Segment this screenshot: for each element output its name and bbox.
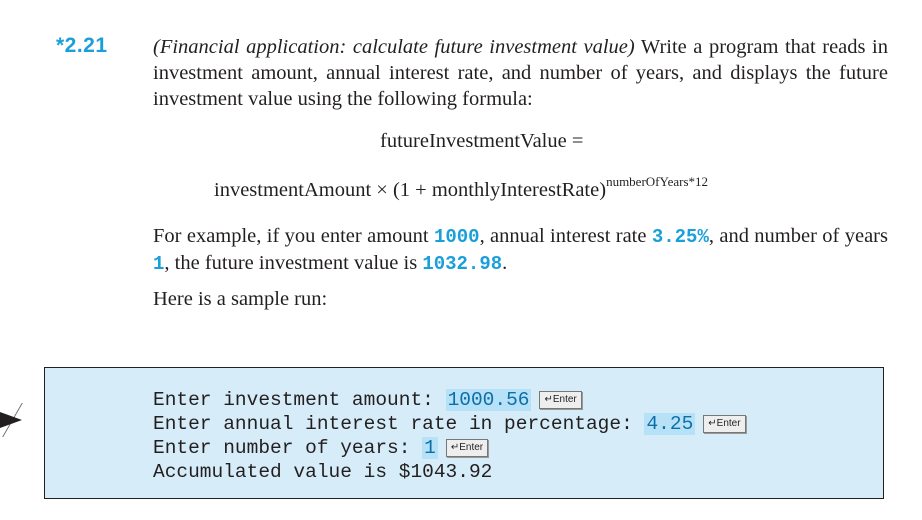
console-user-input: 4.25	[644, 413, 696, 435]
example-text: , the future investment value is	[164, 252, 423, 274]
formula-exponent: numberOfYears*12	[606, 174, 709, 189]
example-amount: 1000	[433, 226, 480, 248]
enter-key-icon: ↵Enter	[703, 415, 746, 433]
example-text: , and number of years	[708, 225, 888, 247]
console-user-input: 1000.56	[445, 389, 532, 411]
formula-rhs-line: investmentAmount × (1 + monthlyInterestR…	[214, 174, 708, 202]
console-line-1: Enter investment amount: 1000.56 ↵Enter	[153, 388, 746, 412]
sample-run-intro: Here is a sample run:	[153, 288, 328, 310]
example-paragraph: For example, if you enter amount 1000, a…	[153, 223, 888, 277]
exercise-number: *2.21	[56, 34, 108, 57]
example-text: , annual interest rate	[479, 225, 652, 247]
enter-key-icon: ↵Enter	[539, 391, 582, 409]
formula-lhs: futureInvestmentValue =	[380, 130, 584, 152]
enter-key-icon: ↵Enter	[445, 439, 489, 457]
example-rate: 3.25%	[651, 226, 709, 248]
console-prompt: Enter investment amount:	[153, 389, 446, 411]
formula-rhs: investmentAmount × (1 + monthlyInterestR…	[214, 179, 607, 201]
console-prompt: Enter number of years:	[153, 437, 423, 459]
sample-run-console: Enter investment amount: 1000.56 ↵Enter E…	[44, 367, 884, 499]
console-line-4: Accumulated value is $1043.92	[153, 460, 746, 484]
console-output-text: Accumulated value is $1043.92	[153, 461, 493, 483]
example-text: .	[502, 252, 508, 274]
console-prompt: Enter annual interest rate in percentage…	[153, 413, 645, 435]
exercise-description: (Financial application: calculate future…	[153, 34, 888, 112]
pointer-arrow-icon	[0, 412, 22, 428]
console-line-3: Enter number of years: 1 ↵Enter	[153, 436, 746, 460]
console-line-2: Enter annual interest rate in percentage…	[153, 412, 746, 436]
example-years: 1	[153, 253, 165, 275]
example-text: For example, if you enter amount	[153, 225, 434, 247]
exercise-title: (Financial application: calculate future…	[153, 36, 635, 58]
console-output: Enter investment amount: 1000.56 ↵Enter E…	[153, 388, 746, 484]
example-result: 1032.98	[422, 253, 503, 275]
console-user-input: 1	[422, 437, 438, 459]
